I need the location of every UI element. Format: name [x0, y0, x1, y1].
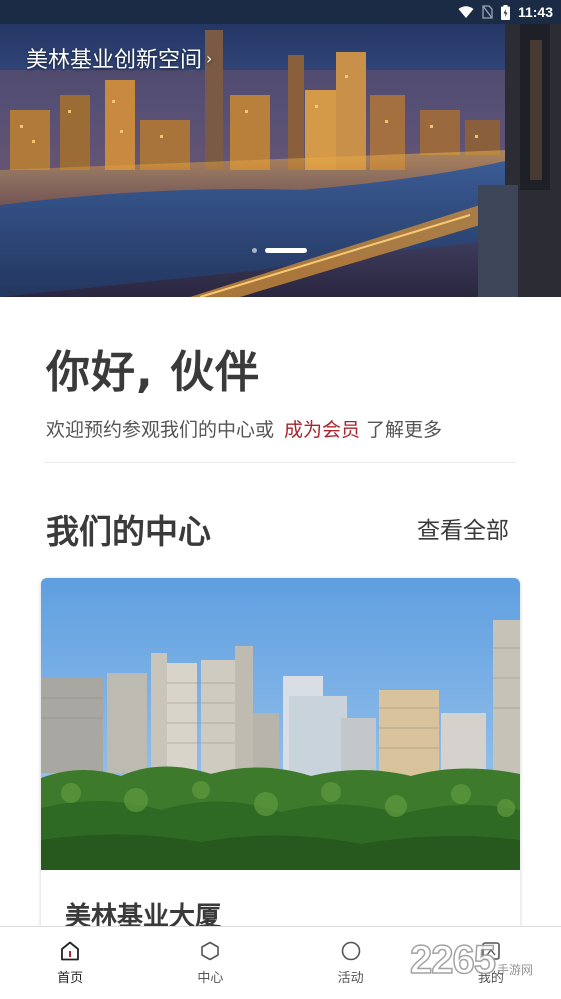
nav-label-home: 首页	[57, 971, 84, 986]
chevron-right-icon: ›	[206, 49, 213, 68]
banner-title-text: 美林基业创新空间	[26, 48, 203, 73]
become-member-link[interactable]: 成为会员	[284, 419, 360, 441]
hexagon-icon	[201, 941, 220, 961]
battery-charging-icon	[500, 4, 510, 20]
greeting-subtitle-suffix: 了解更多	[366, 419, 443, 441]
view-all-link[interactable]: 查看全部	[417, 511, 509, 545]
nav-label-events: 活动	[337, 971, 364, 986]
nav-item-home[interactable]: 首页	[0, 927, 140, 999]
greeting-title: 你好, 伙伴	[46, 347, 261, 398]
status-time: 11:43	[517, 4, 553, 20]
section-title-centers: 我们的中心	[46, 512, 211, 551]
wifi-icon	[458, 5, 474, 18]
greeting-subtitle: 欢迎预约参观我们的中心或 成为会员 了解更多	[46, 415, 442, 442]
no-sim-icon	[482, 5, 493, 19]
status-bar: 11:43	[0, 0, 561, 24]
carousel-indicator	[252, 248, 307, 253]
divider	[44, 462, 516, 463]
watermark-logo: 2265 手游网	[409, 938, 533, 982]
building-photo	[41, 578, 520, 870]
carousel-dot[interactable]	[252, 248, 257, 253]
center-card[interactable]: 美林基业大厦	[41, 578, 520, 958]
nav-item-center[interactable]: 中心	[140, 927, 280, 999]
circle-icon	[341, 941, 360, 961]
nav-item-events[interactable]: 活动	[281, 927, 421, 999]
watermark-text: 手游网	[496, 962, 533, 977]
carousel-dot-active[interactable]	[265, 248, 307, 253]
home-icon	[61, 941, 80, 961]
greeting-subtitle-prefix: 欢迎预约参观我们的中心或	[46, 419, 275, 441]
nav-label-center: 中心	[197, 971, 224, 986]
hero-banner[interactable]: 美林基业创新空间 ›	[0, 0, 561, 297]
watermark-number: 2265	[409, 938, 496, 982]
banner-title[interactable]: 美林基业创新空间 ›	[26, 42, 212, 74]
